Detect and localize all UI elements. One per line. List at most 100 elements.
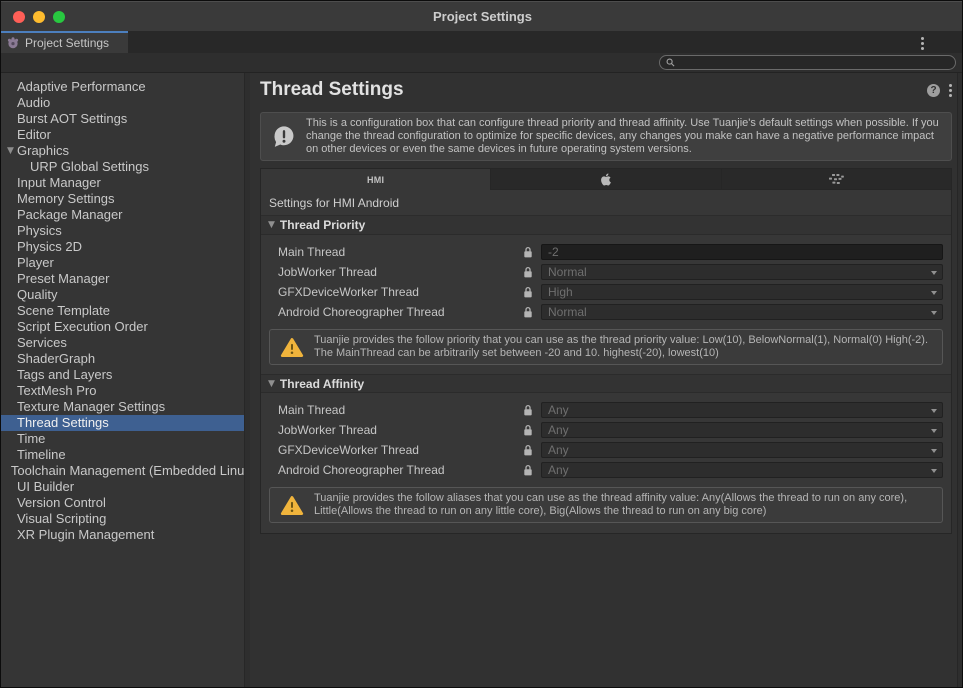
lock-icon[interactable]	[523, 424, 541, 437]
sidebar-item-label: Audio	[17, 95, 50, 111]
sidebar-item-visual-scripting[interactable]: ▼ Visual Scripting	[1, 511, 244, 527]
sidebar-item-texture-manager-settings[interactable]: ▼ Texture Manager Settings	[1, 399, 244, 415]
info-text: This is a configuration box that can con…	[306, 117, 941, 156]
dropdown-value: Any	[548, 423, 569, 437]
sidebar-item-tags-and-layers[interactable]: ▼ Tags and Layers	[1, 367, 244, 383]
page-title: Thread Settings	[260, 79, 918, 101]
setting-label: GFXDeviceWorker Thread	[278, 443, 523, 457]
titlebar[interactable]: Project Settings	[1, 1, 963, 31]
setting-label: Android Choreographer Thread	[278, 463, 523, 477]
setting-row-gfxdeviceworker-thread: GFXDeviceWorker Thread Any	[261, 440, 951, 460]
section-thread-affinity: ▼ Thread Affinity Main Thread	[261, 374, 951, 523]
section-title: Thread Affinity	[280, 377, 364, 391]
value-field[interactable]: -2	[541, 244, 943, 260]
value-dropdown[interactable]: High	[541, 284, 943, 300]
warning-triangle-icon	[280, 337, 304, 358]
section-thread-priority: ▼ Thread Priority Main Thread	[261, 216, 951, 365]
lock-icon[interactable]	[523, 306, 541, 319]
platform-tab-hmi-label: HMI	[367, 175, 384, 185]
sidebar-item-toolchain-management-embedded-linu[interactable]: ▼ Toolchain Management (Embedded Linu	[1, 463, 244, 479]
sidebar-item-label: ShaderGraph	[17, 351, 95, 367]
sidebar-item-label: Graphics	[17, 143, 69, 159]
sidebar-item-label: Preset Manager	[17, 271, 110, 287]
lock-icon[interactable]	[523, 286, 541, 299]
sidebar-item-physics-2d[interactable]: ▼ Physics 2D	[1, 239, 244, 255]
thread-priority-header[interactable]: ▼ Thread Priority	[261, 216, 951, 235]
window-title: Project Settings	[1, 2, 963, 32]
sidebar-item-textmesh-pro[interactable]: ▼ TextMesh Pro	[1, 383, 244, 399]
toolbar	[1, 53, 963, 73]
help-icon[interactable]: ?	[927, 84, 940, 97]
sidebar-item-audio[interactable]: ▼ Audio	[1, 95, 244, 111]
search-input[interactable]	[659, 55, 956, 70]
sidebar-item-input-manager[interactable]: ▼ Input Manager	[1, 175, 244, 191]
sidebar-item-label: Player	[17, 255, 54, 271]
setting-row-main-thread: Main Thread Any A	[261, 400, 951, 420]
sidebar-item-memory-settings[interactable]: ▼ Memory Settings	[1, 191, 244, 207]
priority-warning-box: Tuanjie provides the follow priority tha…	[269, 329, 943, 365]
lock-icon[interactable]	[523, 444, 541, 457]
sidebar-item-scene-template[interactable]: ▼ Scene Template	[1, 303, 244, 319]
value-dropdown[interactable]: Any	[541, 422, 943, 438]
platform-settings-box: Settings for HMI Android ▼ Thread Priori…	[260, 190, 952, 534]
sidebar-item-script-execution-order[interactable]: ▼ Script Execution Order	[1, 319, 244, 335]
value-dropdown[interactable]: Any	[541, 402, 943, 418]
lock-icon[interactable]	[523, 464, 541, 477]
sidebar-item-label: Quality	[17, 287, 57, 303]
chevron-down-icon	[931, 469, 937, 473]
sidebar-item-xr-plugin-management[interactable]: ▼ XR Plugin Management	[1, 527, 244, 543]
sidebar-item-thread-settings[interactable]: ▼ Thread Settings	[1, 415, 244, 431]
sidebar-item-label: Time	[17, 431, 45, 447]
page-kebab-menu-icon[interactable]	[949, 82, 952, 99]
sidebar-item-adaptive-performance[interactable]: ▼ Adaptive Performance	[1, 79, 244, 95]
sidebar-item-physics[interactable]: ▼ Physics	[1, 223, 244, 239]
setting-row-jobworker-thread: JobWorker Thread Any	[261, 420, 951, 440]
platform-tab-ios[interactable]	[491, 168, 721, 190]
settings-category-list: ▼ Adaptive Performance ▼ Audio ▼ Burst A…	[1, 73, 244, 688]
sidebar-item-package-manager[interactable]: ▼ Package Manager	[1, 207, 244, 223]
search-icon	[666, 58, 675, 67]
warning-text: Tuanjie provides the follow priority tha…	[314, 334, 932, 360]
value-dropdown[interactable]: Normal	[541, 304, 943, 320]
sidebar-item-editor[interactable]: ▼ Editor	[1, 127, 244, 143]
info-box: This is a configuration box that can con…	[260, 112, 952, 161]
foldout-icon: ▼	[268, 379, 275, 389]
sidebar-item-label: Timeline	[17, 447, 66, 463]
tab-project-settings[interactable]: Project Settings	[1, 31, 128, 53]
sidebar-item-services[interactable]: ▼ Services	[1, 335, 244, 351]
lock-icon[interactable]	[523, 266, 541, 279]
section-title: Thread Priority	[280, 218, 365, 232]
sidebar-item-urp-global-settings[interactable]: ▼ URP Global Settings	[1, 159, 244, 175]
apple-icon	[600, 173, 612, 186]
chevron-down-icon	[931, 449, 937, 453]
sidebar-item-label: Editor	[17, 127, 51, 143]
sidebar-item-label: Visual Scripting	[17, 511, 106, 527]
sidebar-item-shadergraph[interactable]: ▼ ShaderGraph	[1, 351, 244, 367]
sidebar-item-player[interactable]: ▼ Player	[1, 255, 244, 271]
sidebar-item-time[interactable]: ▼ Time	[1, 431, 244, 447]
sidebar-item-burst-aot-settings[interactable]: ▼ Burst AOT Settings	[1, 111, 244, 127]
value-dropdown[interactable]: Normal	[541, 264, 943, 280]
sidebar-item-ui-builder[interactable]: ▼ UI Builder	[1, 479, 244, 495]
sidebar-item-label: URP Global Settings	[30, 159, 149, 175]
panel-kebab-menu-icon[interactable]	[921, 35, 924, 52]
sidebar-item-quality[interactable]: ▼ Quality	[1, 287, 244, 303]
dropdown-value: Normal	[548, 265, 587, 279]
value-dropdown[interactable]: Any	[541, 462, 943, 478]
lock-icon[interactable]	[523, 246, 541, 259]
sidebar-item-preset-manager[interactable]: ▼ Preset Manager	[1, 271, 244, 287]
sidebar-item-graphics[interactable]: ▼ Graphics	[1, 143, 244, 159]
value-dropdown[interactable]: Any	[541, 442, 943, 458]
foldout-icon[interactable]: ▼	[4, 146, 17, 156]
thread-affinity-header[interactable]: ▼ Thread Affinity	[261, 374, 951, 393]
lock-icon[interactable]	[523, 404, 541, 417]
main-scrollbar-gutter[interactable]	[957, 73, 963, 688]
platform-tab-hmi[interactable]: HMI	[260, 168, 491, 190]
platform-tab-harmony[interactable]	[722, 168, 952, 190]
harmony-dots-icon	[827, 173, 845, 186]
sidebar-item-label: Tags and Layers	[17, 367, 112, 383]
info-bubble-icon	[271, 124, 297, 150]
chevron-down-icon	[931, 271, 937, 275]
sidebar-item-version-control[interactable]: ▼ Version Control	[1, 495, 244, 511]
sidebar-item-timeline[interactable]: ▼ Timeline	[1, 447, 244, 463]
